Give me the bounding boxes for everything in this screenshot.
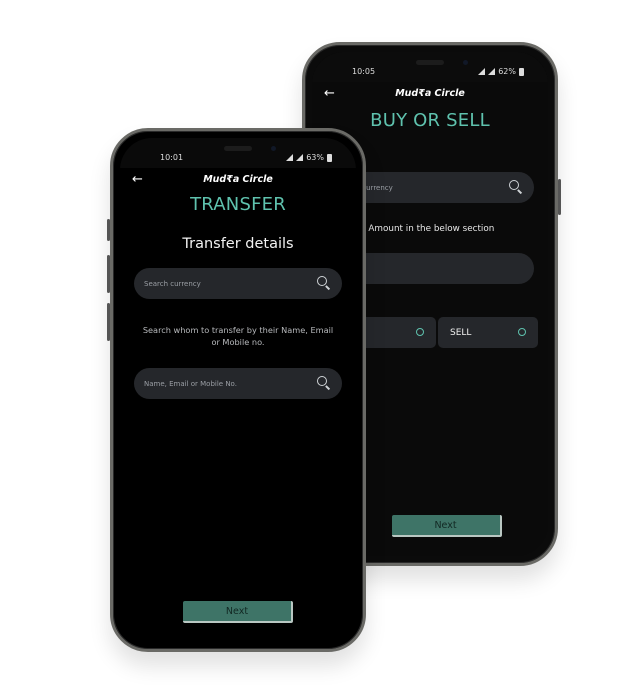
option-sell[interactable]: SELL: [438, 317, 538, 348]
page-title: BUY OR SELL: [370, 110, 490, 131]
search-currency-placeholder: Search currency: [144, 279, 201, 288]
volume-down-button: [107, 303, 110, 341]
next-button[interactable]: Next: [183, 601, 293, 623]
signal-icon: [478, 68, 486, 75]
battery-percent: 62%: [498, 67, 516, 76]
status-time: 10:01: [160, 153, 184, 162]
power-button: [558, 179, 561, 215]
section-title: Transfer details: [182, 236, 294, 252]
app-header: ← Mud₹a Circle: [312, 86, 548, 104]
radio-sell[interactable]: [518, 328, 526, 336]
battery-icon: [519, 67, 524, 76]
status-bar: 10:05 62%: [312, 66, 548, 80]
speaker-grille: [224, 146, 252, 151]
search-icon[interactable]: [317, 276, 330, 290]
phone-transfer: 10:01 63% ← Mud₹a Circle TRANSFER Transf…: [107, 128, 366, 652]
option-sell-label: SELL: [450, 327, 472, 338]
speaker-grille: [416, 60, 444, 65]
volume-up-button: [107, 255, 110, 293]
status-bar: 10:01 63%: [120, 152, 356, 166]
signal-icon: [286, 154, 294, 161]
radio-buy[interactable]: [416, 328, 424, 336]
page-title: TRANSFER: [190, 194, 286, 215]
front-camera: [271, 146, 276, 151]
recipient-placeholder: Name, Email or Mobile No.: [144, 379, 237, 388]
recipient-search-input[interactable]: Name, Email or Mobile No.: [134, 368, 342, 399]
status-time: 10:05: [352, 67, 376, 76]
app-header: ← Mud₹a Circle: [120, 172, 356, 190]
transfer-hint: Search whom to transfer by their Name, E…: [142, 325, 334, 347]
brand-logo: Mud₹a Circle: [203, 174, 273, 185]
brand-logo: Mud₹a Circle: [395, 88, 465, 99]
search-icon[interactable]: [509, 180, 522, 194]
battery-icon: [327, 153, 332, 162]
battery-percent: 63%: [306, 153, 324, 162]
transfer-screen: 10:01 63% ← Mud₹a Circle TRANSFER Transf…: [120, 138, 356, 642]
search-icon[interactable]: [317, 376, 330, 390]
mute-switch: [107, 219, 110, 241]
next-button[interactable]: Next: [391, 515, 502, 537]
front-camera: [463, 60, 468, 65]
search-currency-input[interactable]: Search currency: [134, 268, 342, 299]
wifi-signal-icon: [296, 154, 304, 161]
wifi-signal-icon: [488, 68, 496, 75]
